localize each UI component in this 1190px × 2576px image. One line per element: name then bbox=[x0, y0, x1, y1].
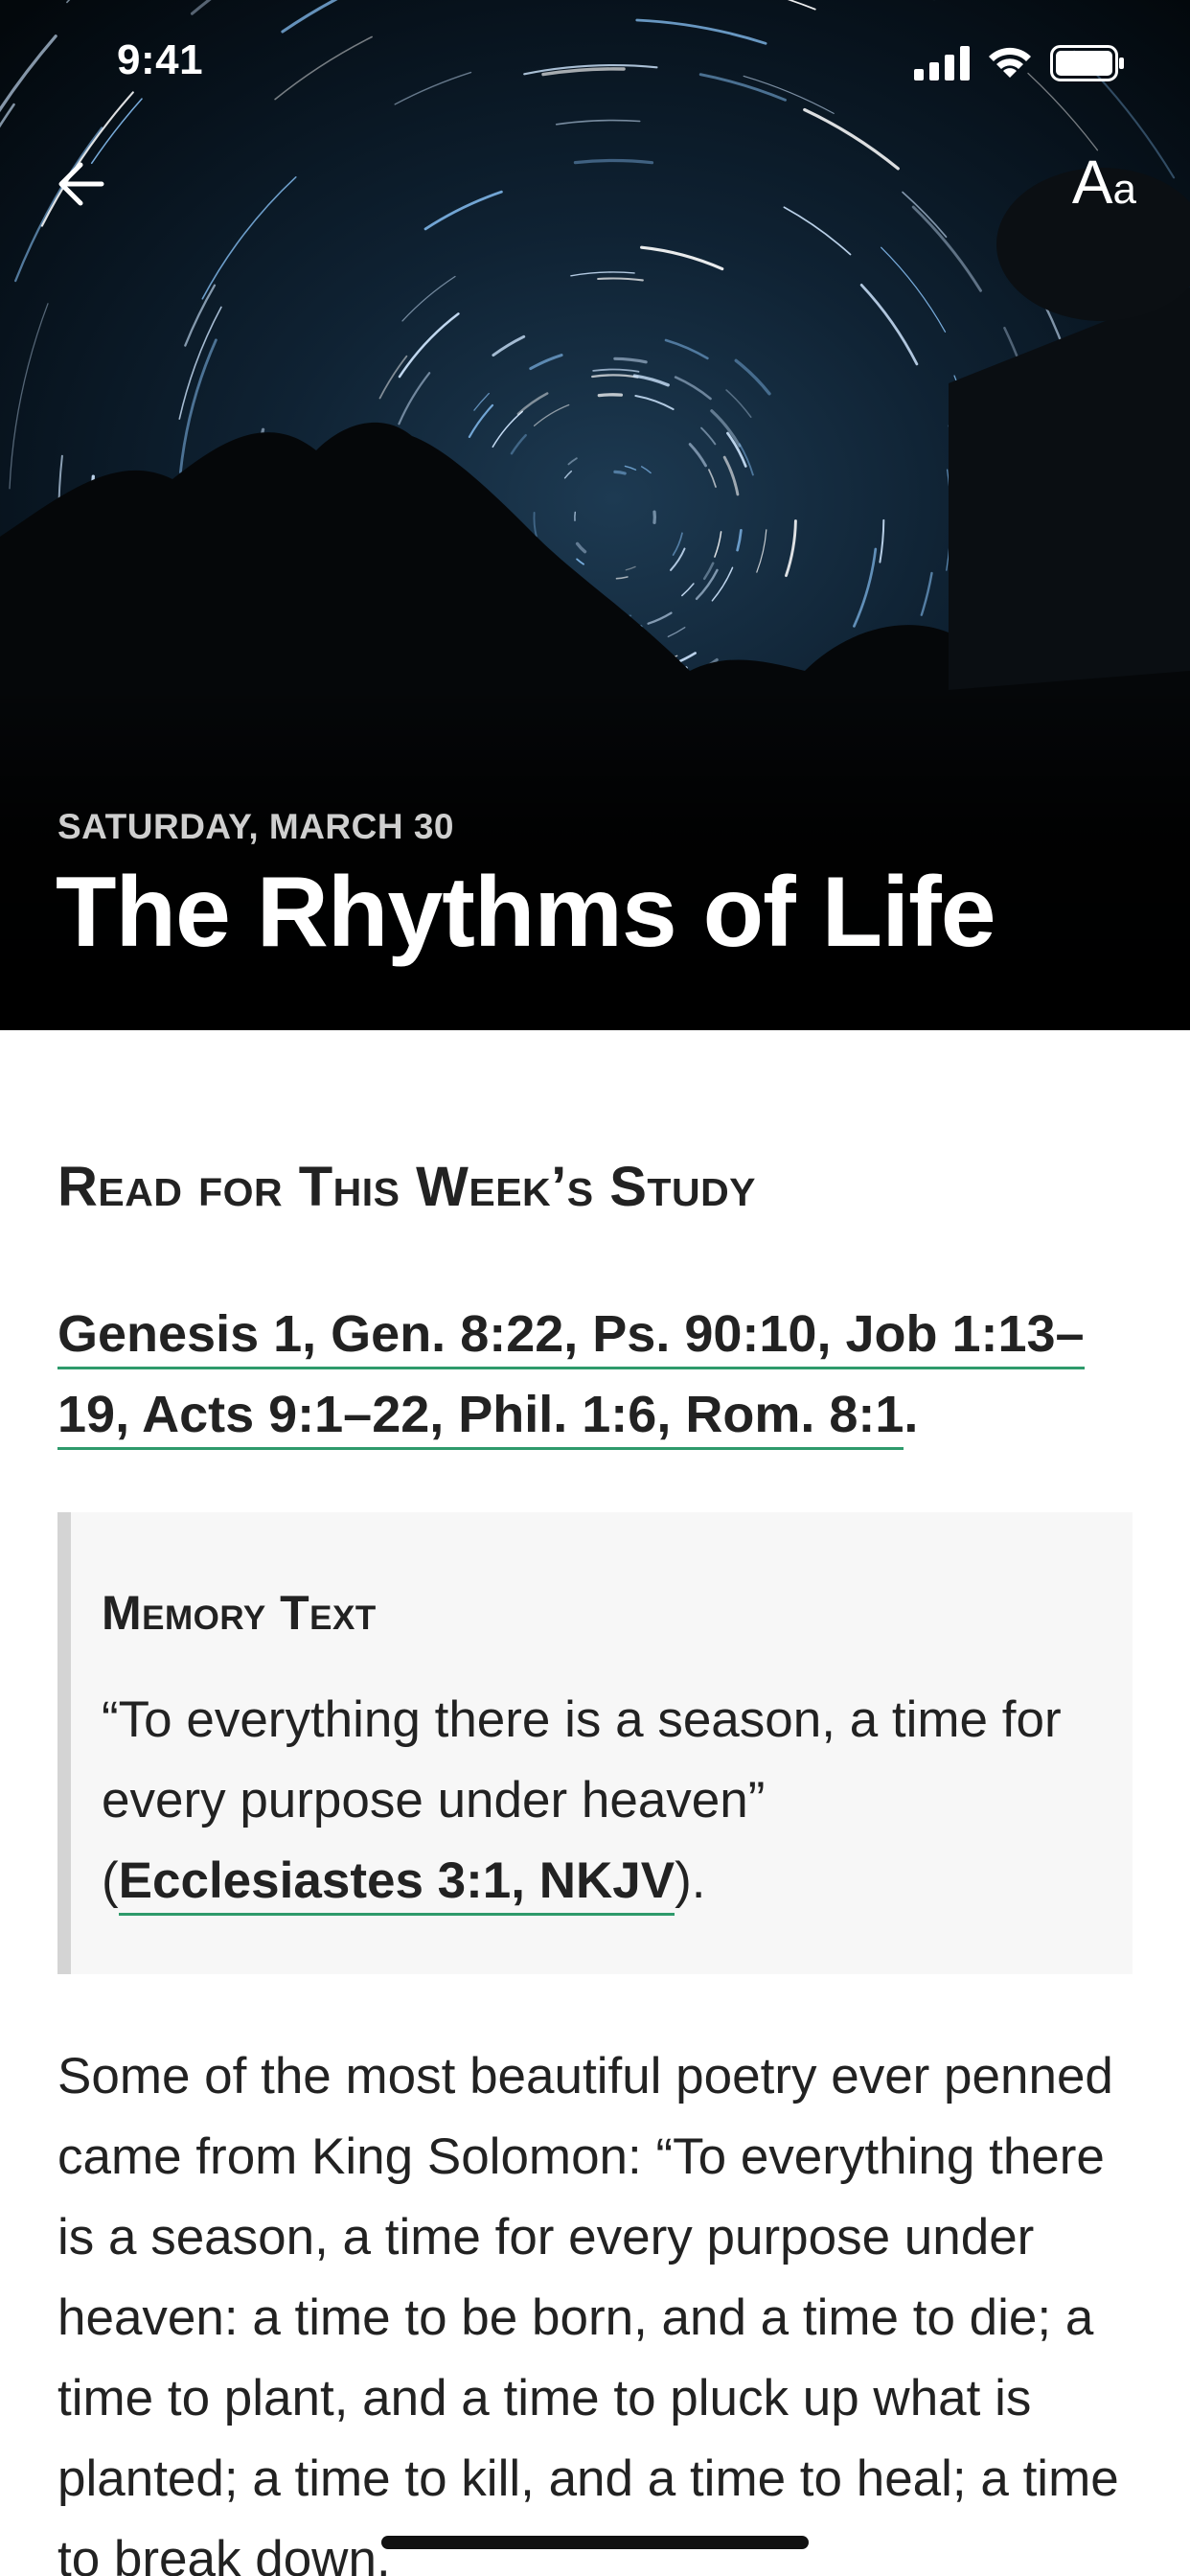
memory-text-box: Memory Text “To everything there is a se… bbox=[57, 1512, 1133, 1974]
font-settings-icon-small: a bbox=[1112, 166, 1136, 213]
hero-image: 9:41 Aa SATURDAY, MARCH 30 The Rhythms o… bbox=[0, 0, 1190, 1030]
memory-reference-link[interactable]: Ecclesiastes 3:1, NKJV bbox=[118, 1852, 675, 1916]
read-section-heading: Read for This Week’s Study bbox=[57, 1156, 757, 1218]
memory-closing: ). bbox=[675, 1852, 706, 1909]
lesson-title: The Rhythms of Life bbox=[56, 857, 996, 968]
font-settings-button[interactable]: Aa bbox=[1072, 151, 1136, 213]
memory-text-quote: “To everything there is a season, a time… bbox=[102, 1680, 1079, 1921]
status-icons bbox=[914, 44, 1125, 82]
scripture-references: Genesis 1, Gen. 8:22, Ps. 90:10, Job 1:1… bbox=[57, 1294, 1111, 1455]
scripture-references-suffix: . bbox=[904, 1386, 919, 1443]
cellular-signal-icon bbox=[914, 46, 970, 80]
memory-text-heading: Memory Text bbox=[102, 1586, 377, 1640]
wifi-icon bbox=[989, 47, 1031, 78]
font-settings-icon-large: A bbox=[1071, 148, 1113, 217]
home-indicator[interactable] bbox=[381, 2536, 809, 2549]
lesson-paragraph: Some of the most beautiful poetry ever p… bbox=[57, 2048, 1119, 2576]
lesson-date: SATURDAY, MARCH 30 bbox=[57, 807, 455, 846]
status-time: 9:41 bbox=[117, 36, 204, 83]
battery-icon bbox=[1050, 45, 1124, 81]
arrow-left-icon bbox=[58, 162, 104, 206]
scripture-references-link-line2[interactable]: 19, Acts 9:1–22, Phil. 1:6, Rom. 8:1 bbox=[57, 1386, 904, 1450]
back-button[interactable] bbox=[50, 153, 111, 215]
scripture-references-link-line1[interactable]: Genesis 1, Gen. 8:22, Ps. 90:10, Job 1:1… bbox=[57, 1305, 1085, 1369]
status-bar: 9:41 bbox=[0, 0, 1190, 126]
